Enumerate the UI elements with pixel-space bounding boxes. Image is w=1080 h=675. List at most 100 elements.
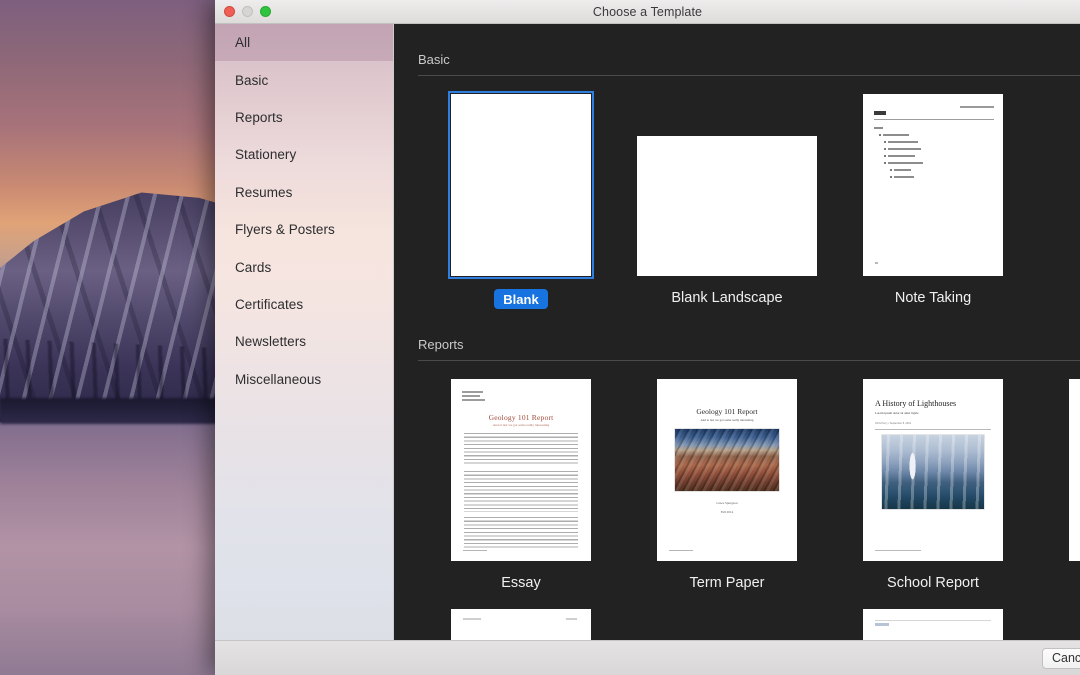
window-body: All Basic Reports Stationery Resumes Fly… [215, 24, 1080, 640]
sidebar-item-resumes[interactable]: Resumes [215, 174, 393, 211]
template-card-row3-c[interactable] [830, 609, 1036, 640]
thumb-wrap [863, 94, 1003, 276]
sidebar-item-cards[interactable]: Cards [215, 248, 393, 285]
template-card-term-paper[interactable]: Geology 101 Report And at last we got so… [624, 379, 830, 591]
section-divider [418, 360, 1080, 361]
note-line [888, 162, 923, 164]
sidebar-item-flyers-posters[interactable]: Flyers & Posters [215, 211, 393, 248]
template-thumbnail-note-taking[interactable] [863, 94, 1003, 276]
thumb-wrap [637, 94, 817, 276]
schoolreport-lighthouse-photo [882, 435, 984, 509]
note-bullet [884, 155, 886, 157]
note-line [894, 169, 911, 171]
thumb-wrap: Geology 101 Report And at last we got so… [451, 379, 591, 561]
schoolreport-rule [875, 429, 991, 430]
essay-header-line [462, 399, 485, 401]
section-divider [418, 75, 1080, 76]
sidebar-item-all[interactable]: All [215, 24, 393, 62]
template-label-note-taking: Note Taking [894, 290, 972, 306]
note-line [894, 176, 914, 178]
zoom-button[interactable] [260, 6, 271, 17]
termpaper-term: Fall 2014 [720, 510, 734, 514]
sidebar-item-label: Flyers & Posters [235, 222, 335, 238]
sidebar-item-label: Miscellaneous [235, 371, 322, 387]
note-line [874, 127, 883, 129]
sidebar-item-newsletters[interactable]: Newsletters [215, 323, 393, 360]
thumb-wrap [863, 609, 1003, 640]
sidebar-item-label: Stationery [235, 147, 297, 163]
sidebar-item-label: Certificates [235, 296, 304, 312]
choose-template-window: Choose a Template All Basic Reports Stat… [215, 0, 1080, 675]
thumb-wrap [1069, 379, 1080, 561]
note-title-mark [874, 111, 886, 115]
note-bullet [884, 141, 886, 143]
template-label-term-paper: Term Paper [689, 575, 765, 591]
thumb-line [463, 618, 481, 620]
thumb-wrap: Geology 101 Report And at last we got so… [657, 379, 797, 561]
essay-header-line [462, 391, 483, 393]
template-thumbnail-school-report[interactable]: A History of Lighthouses Lorem ipsum dol… [863, 379, 1003, 561]
template-thumbnail-term-paper[interactable]: Geology 101 Report And at last we got so… [657, 379, 797, 561]
note-line [888, 155, 915, 157]
close-button[interactable] [224, 6, 235, 17]
template-card-school-report[interactable]: A History of Lighthouses Lorem ipsum dol… [830, 379, 1036, 591]
window-title: Choose a Template [592, 4, 703, 19]
note-bullet [890, 169, 892, 171]
section-heading-basic: Basic [418, 52, 450, 67]
template-thumbnail-row3-c[interactable] [863, 609, 1003, 640]
sidebar-item-label: Cards [235, 259, 272, 275]
termpaper-subtitle: And at last we got some really interesti… [700, 418, 754, 422]
thumb-line [566, 618, 577, 620]
thumb-wrap [451, 609, 591, 640]
termpaper-footer [669, 549, 693, 551]
template-card-partial[interactable] [1036, 379, 1080, 591]
thumb-wrap [448, 91, 594, 279]
sidebar-item-basic[interactable]: Basic [215, 61, 393, 98]
essay-paragraph [464, 471, 578, 512]
template-thumbnail-blank[interactable] [448, 91, 594, 279]
template-label-blank: Blank [494, 289, 548, 309]
template-card-blank-landscape[interactable]: Blank Landscape [624, 94, 830, 309]
template-thumbnail-blank-landscape[interactable] [637, 136, 817, 276]
template-label-essay: Essay [501, 575, 541, 591]
template-card-row3-a[interactable] [418, 609, 624, 640]
template-card-essay[interactable]: Geology 101 Report And at last we got so… [418, 379, 624, 591]
section-grid-row3 [418, 609, 1080, 640]
traffic-lights [224, 6, 271, 17]
sidebar-item-label: Newsletters [235, 334, 307, 350]
thumb-wrap [637, 609, 817, 640]
template-card-blank[interactable]: Blank [418, 91, 624, 309]
template-thumbnail-partial[interactable] [1069, 379, 1080, 561]
termpaper-author: Grace Spurgeon [716, 501, 738, 505]
note-bullet [890, 176, 892, 178]
dialog-bottom-bar: Cancel [215, 640, 1080, 675]
schoolreport-meta: Chris Perry • September 8, 2014 [875, 422, 912, 425]
essay-footer [463, 549, 487, 551]
template-card-row3-b[interactable] [624, 609, 830, 640]
template-thumbnail-row3-a[interactable] [451, 609, 591, 640]
essay-subtitle: And at last we got some really interesti… [492, 423, 550, 427]
note-page-number [875, 262, 878, 264]
category-sidebar: All Basic Reports Stationery Resumes Fly… [215, 24, 394, 640]
thumb-line [875, 623, 889, 626]
minimize-button[interactable] [242, 6, 253, 17]
essay-paragraph [464, 433, 578, 466]
essay-header-line [462, 395, 480, 397]
essay-title: Geology 101 Report [488, 413, 554, 422]
template-card-note-taking[interactable]: Note Taking [830, 94, 1036, 309]
sidebar-item-certificates[interactable]: Certificates [215, 286, 393, 323]
template-gallery[interactable]: Basic Blank Blank Landscape Note Taking … [394, 24, 1080, 640]
sidebar-item-miscellaneous[interactable]: Miscellaneous [215, 361, 393, 398]
cancel-button[interactable]: Cancel [1042, 647, 1080, 669]
section-grid-reports: Geology 101 Report And at last we got so… [418, 379, 1080, 591]
sidebar-item-stationery[interactable]: Stationery [215, 136, 393, 173]
window-titlebar[interactable]: Choose a Template [215, 0, 1080, 24]
note-line [888, 141, 918, 143]
schoolreport-title: A History of Lighthouses [875, 399, 957, 408]
note-rule [874, 119, 994, 120]
note-line [888, 148, 921, 150]
sidebar-item-reports[interactable]: Reports [215, 99, 393, 136]
note-bullet [884, 162, 886, 164]
template-label-school-report: School Report [887, 575, 979, 591]
template-thumbnail-essay[interactable]: Geology 101 Report And at last we got so… [451, 379, 591, 561]
